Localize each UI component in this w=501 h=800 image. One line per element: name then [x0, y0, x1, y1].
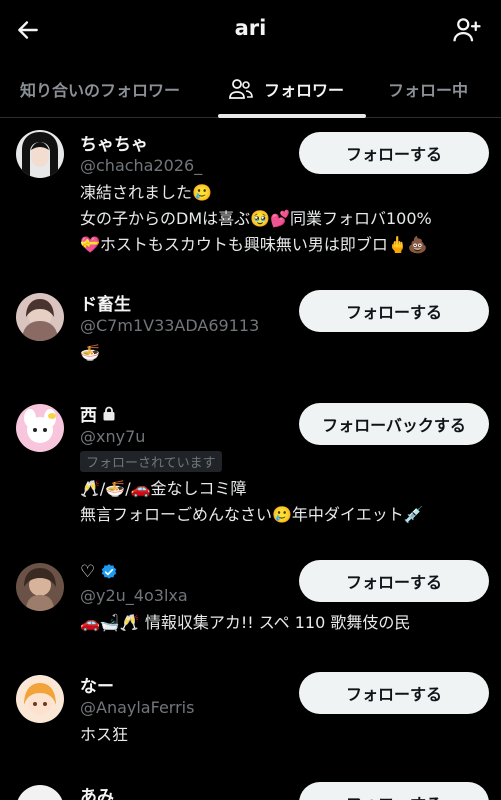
people-icon: [228, 78, 254, 100]
user-bio: ホス狂: [80, 722, 491, 748]
follow-button[interactable]: フォローする: [299, 560, 489, 602]
tab-following[interactable]: フォロー中: [388, 60, 468, 118]
follow-button[interactable]: フォローする: [299, 672, 489, 714]
active-tab-indicator: [218, 114, 366, 118]
lock-icon: [102, 406, 116, 421]
user-bio: 凍結されました🥲 女の子からのDMは喜ぶ🥹💕同業フォロバ100% 💝ホストもスカ…: [80, 180, 491, 258]
tab-bar: 知り合いのフォロワー フォロワー フォロー中: [0, 60, 501, 118]
add-user-icon: [453, 18, 481, 42]
bio-line: 無言フォローごめんなさい🥲年中ダイエット💉: [80, 505, 424, 524]
follow-button[interactable]: フォローする: [299, 132, 489, 174]
verified-badge-icon: [100, 563, 118, 581]
follows-you-badge: フォローされています: [80, 451, 222, 472]
bio-line: 女の子からのDMは喜ぶ🥹💕同業フォロバ100%: [80, 209, 432, 228]
follow-back-button[interactable]: フォローバックする: [299, 403, 489, 445]
tab-followers[interactable]: フォロワー: [228, 60, 344, 118]
tab-label: フォロワー: [264, 81, 345, 100]
avatar[interactable]: [16, 563, 64, 611]
follow-button[interactable]: フォローする: [299, 290, 489, 332]
avatar[interactable]: [16, 404, 64, 452]
add-user-button[interactable]: [449, 12, 485, 48]
bio-line: 🚗🛁🥂 情報収集アカ!! スペ 110 歌舞伎の民: [80, 613, 411, 632]
bio-line: ホス狂: [80, 725, 129, 744]
follow-button[interactable]: フォローする: [299, 782, 489, 800]
tab-label: フォロー中: [388, 81, 469, 100]
tab-known-followers[interactable]: 知り合いのフォロワー: [20, 60, 180, 118]
tab-label: 知り合いのフォロワー: [20, 81, 181, 100]
bio-line: 🍜: [80, 343, 100, 362]
display-name: 西: [80, 405, 97, 426]
bio-line: 💝ホストもスカウトも興味無い男は即ブロ🖕💩: [80, 235, 428, 254]
user-bio: 🚗🛁🥂 情報収集アカ!! スペ 110 歌舞伎の民: [80, 610, 491, 636]
bio-line: 凍結されました🥲: [80, 183, 212, 202]
page-title: ari: [234, 16, 267, 40]
avatar[interactable]: [16, 293, 64, 341]
user-bio: 🍜: [80, 340, 491, 366]
avatar[interactable]: [16, 130, 64, 178]
display-name: ♡: [80, 562, 96, 582]
bio-line: 🥂/🍜/🚗金なしコミ障: [80, 479, 247, 498]
user-bio: 🥂/🍜/🚗金なしコミ障 無言フォローごめんなさい🥲年中ダイエット💉: [80, 476, 491, 528]
avatar[interactable]: [16, 785, 64, 800]
top-bar: ari: [0, 0, 501, 60]
avatar[interactable]: [16, 675, 64, 723]
